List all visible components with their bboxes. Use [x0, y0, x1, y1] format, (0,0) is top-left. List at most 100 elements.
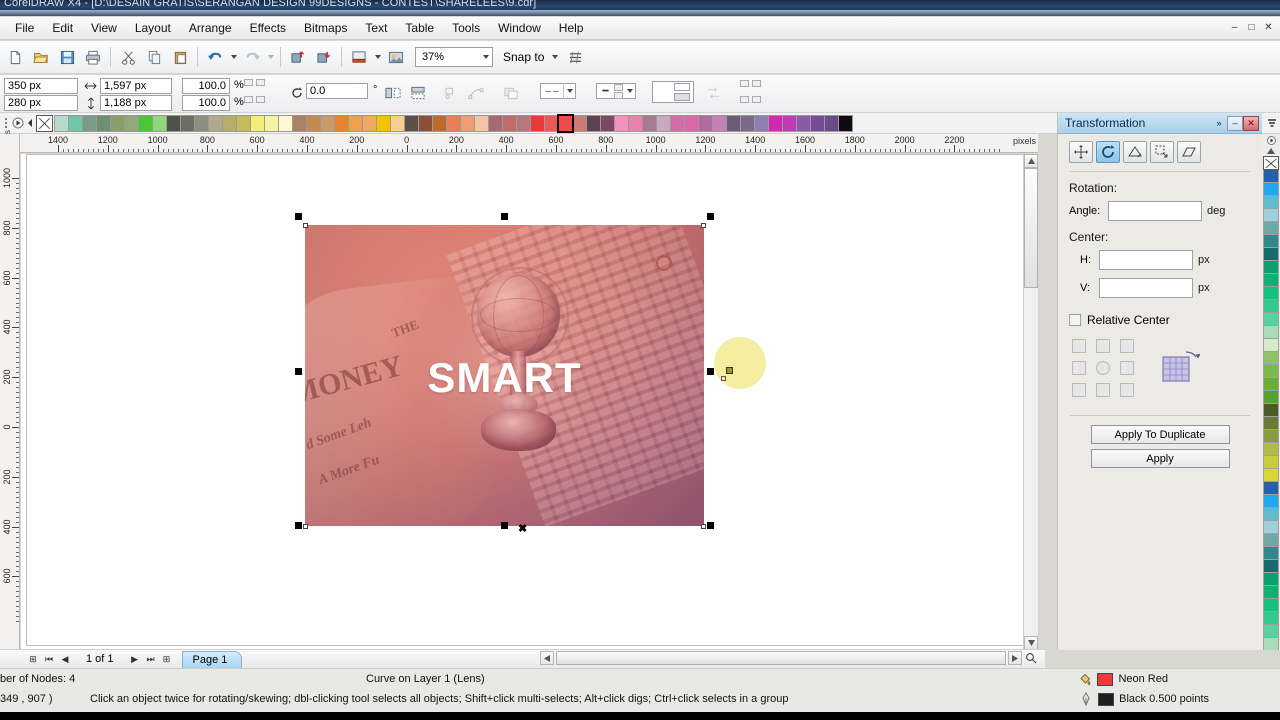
palette-swatch[interactable]	[404, 114, 419, 132]
object-height-field[interactable]: 1,188 px	[100, 95, 172, 111]
palette-swatch[interactable]	[96, 114, 111, 132]
anchor-bottom-left[interactable]	[1072, 383, 1086, 397]
curve-node-bottom-right[interactable]	[701, 524, 706, 529]
curve-node-top-left[interactable]	[303, 223, 308, 228]
vpalette-swatch[interactable]	[1263, 299, 1279, 313]
drawing-canvas[interactable]: MONEY THE d Some Leh A More Fu SMART	[21, 154, 1038, 650]
export-icon[interactable]	[312, 45, 336, 69]
application-launcher-icon[interactable]	[347, 45, 371, 69]
vpalette-swatch[interactable]	[1263, 351, 1279, 365]
mirror-horizontal-icon[interactable]	[385, 86, 401, 100]
palette-swatch[interactable]	[208, 114, 223, 132]
palette-swatch[interactable]	[488, 114, 503, 132]
palette-swatch[interactable]	[418, 114, 433, 132]
yellow-lens-node[interactable]	[721, 376, 726, 381]
apply-button[interactable]: Apply	[1090, 449, 1230, 468]
palette-swatch[interactable]	[782, 114, 797, 132]
vpalette-swatch[interactable]	[1263, 455, 1279, 469]
palette-swatch[interactable]	[656, 114, 671, 132]
corel-connect-icon[interactable]	[384, 45, 408, 69]
angle-input[interactable]	[1108, 201, 1202, 221]
new-icon[interactable]	[3, 45, 27, 69]
vpalette-swatch[interactable]	[1263, 416, 1279, 430]
palette-swatch[interactable]	[838, 114, 853, 132]
palette-swatch[interactable]	[557, 113, 574, 133]
size-tab[interactable]	[1150, 141, 1174, 163]
vpalette-swatch[interactable]	[1263, 260, 1279, 274]
curve-node-top-right[interactable]	[701, 223, 706, 228]
docker-minimize-button[interactable]: –	[1227, 115, 1243, 131]
scale-width-spinner-up[interactable]	[256, 79, 265, 86]
undo-icon[interactable]	[203, 45, 227, 69]
doc-scroll-right-button[interactable]	[1008, 651, 1022, 665]
page-tab-page1[interactable]: Page 1	[181, 650, 243, 668]
vpalette-swatch[interactable]	[1263, 468, 1279, 482]
scale-height-field[interactable]: 100.0	[182, 95, 230, 111]
palette-swatch[interactable]	[530, 114, 545, 132]
vpalette-swatch[interactable]	[1263, 338, 1279, 352]
vpalette-swatch[interactable]	[1263, 624, 1279, 638]
palette-swatch[interactable]	[628, 114, 643, 132]
vpalette-swatch[interactable]	[1263, 195, 1279, 209]
yellow-lens-object[interactable]	[714, 337, 766, 389]
zoom-to-fit-icon[interactable]	[1024, 651, 1038, 665]
vpalette-swatch[interactable]	[1263, 494, 1279, 508]
palette-swatch[interactable]	[796, 114, 811, 132]
undo-dropdown[interactable]	[228, 46, 239, 68]
vpalette-swatch[interactable]	[1263, 169, 1279, 183]
add-page-end-icon[interactable]: ⊞	[160, 652, 174, 667]
nudge-up-spinner-2[interactable]	[752, 80, 761, 87]
palette-swatch[interactable]	[362, 114, 377, 132]
first-page-button[interactable]: ⏮	[42, 652, 56, 667]
vpalette-swatch[interactable]	[1263, 273, 1279, 287]
cut-icon[interactable]	[116, 45, 140, 69]
menu-item-text[interactable]: Text	[356, 18, 396, 38]
scale-width-field[interactable]: 100.0	[182, 78, 230, 94]
vpalette-scroll-up-button[interactable]	[1262, 146, 1280, 156]
palette-swatch[interactable]	[124, 114, 139, 132]
scroll-down-button[interactable]	[1024, 636, 1038, 650]
palette-swatch[interactable]	[544, 114, 559, 132]
menu-item-layout[interactable]: Layout	[126, 18, 180, 38]
palette-swatch[interactable]	[810, 114, 825, 132]
vpalette-swatch[interactable]	[1263, 325, 1279, 339]
redo-dropdown[interactable]	[265, 46, 276, 68]
nudge-down-spinner[interactable]	[740, 96, 749, 103]
palette-swatch[interactable]	[754, 114, 769, 132]
copy-icon[interactable]	[142, 45, 166, 69]
palette-swatch[interactable]	[278, 114, 293, 132]
palette-swatch[interactable]	[768, 114, 783, 132]
vpalette-swatch[interactable]	[1263, 442, 1279, 456]
anchor-middle-right[interactable]	[1120, 361, 1134, 375]
vpalette-swatch-none[interactable]	[1263, 156, 1279, 170]
application-launcher-dropdown[interactable]	[372, 46, 383, 68]
selection-handle-top-left[interactable]	[295, 213, 302, 220]
anchor-center[interactable]	[1096, 361, 1110, 375]
next-page-button[interactable]: ▶	[128, 652, 142, 667]
selection-handle-top-right[interactable]	[707, 213, 714, 220]
minimize-button[interactable]: –	[1227, 20, 1242, 35]
anchor-top-left[interactable]	[1072, 339, 1086, 353]
palette-swatch[interactable]	[698, 114, 713, 132]
selection-handle-middle-left[interactable]	[295, 368, 302, 375]
position-tab[interactable]	[1069, 141, 1093, 163]
palette-swatch[interactable]	[110, 114, 125, 132]
vpalette-swatch[interactable]	[1263, 481, 1279, 495]
anchor-top-right[interactable]	[1120, 339, 1134, 353]
menu-item-view[interactable]: View	[82, 18, 126, 38]
close-button[interactable]: ✕	[1261, 20, 1276, 35]
vpalette-swatch[interactable]	[1263, 520, 1279, 534]
palette-swatch[interactable]	[586, 114, 601, 132]
redo-icon[interactable]	[240, 45, 264, 69]
palette-swatch[interactable]	[726, 114, 741, 132]
vpalette-swatch[interactable]	[1263, 221, 1279, 235]
vpalette-swatch[interactable]	[1263, 598, 1279, 612]
menu-item-arrange[interactable]: Arrange	[180, 18, 241, 38]
palette-swatch[interactable]	[54, 114, 69, 132]
scale-height-spinner-up[interactable]	[256, 96, 265, 103]
palette-swatch[interactable]	[712, 114, 727, 132]
palette-swatch[interactable]	[446, 114, 461, 132]
palette-swatch[interactable]	[236, 114, 251, 132]
vpalette-swatch[interactable]	[1263, 611, 1279, 625]
palette-swatch[interactable]	[68, 114, 83, 132]
